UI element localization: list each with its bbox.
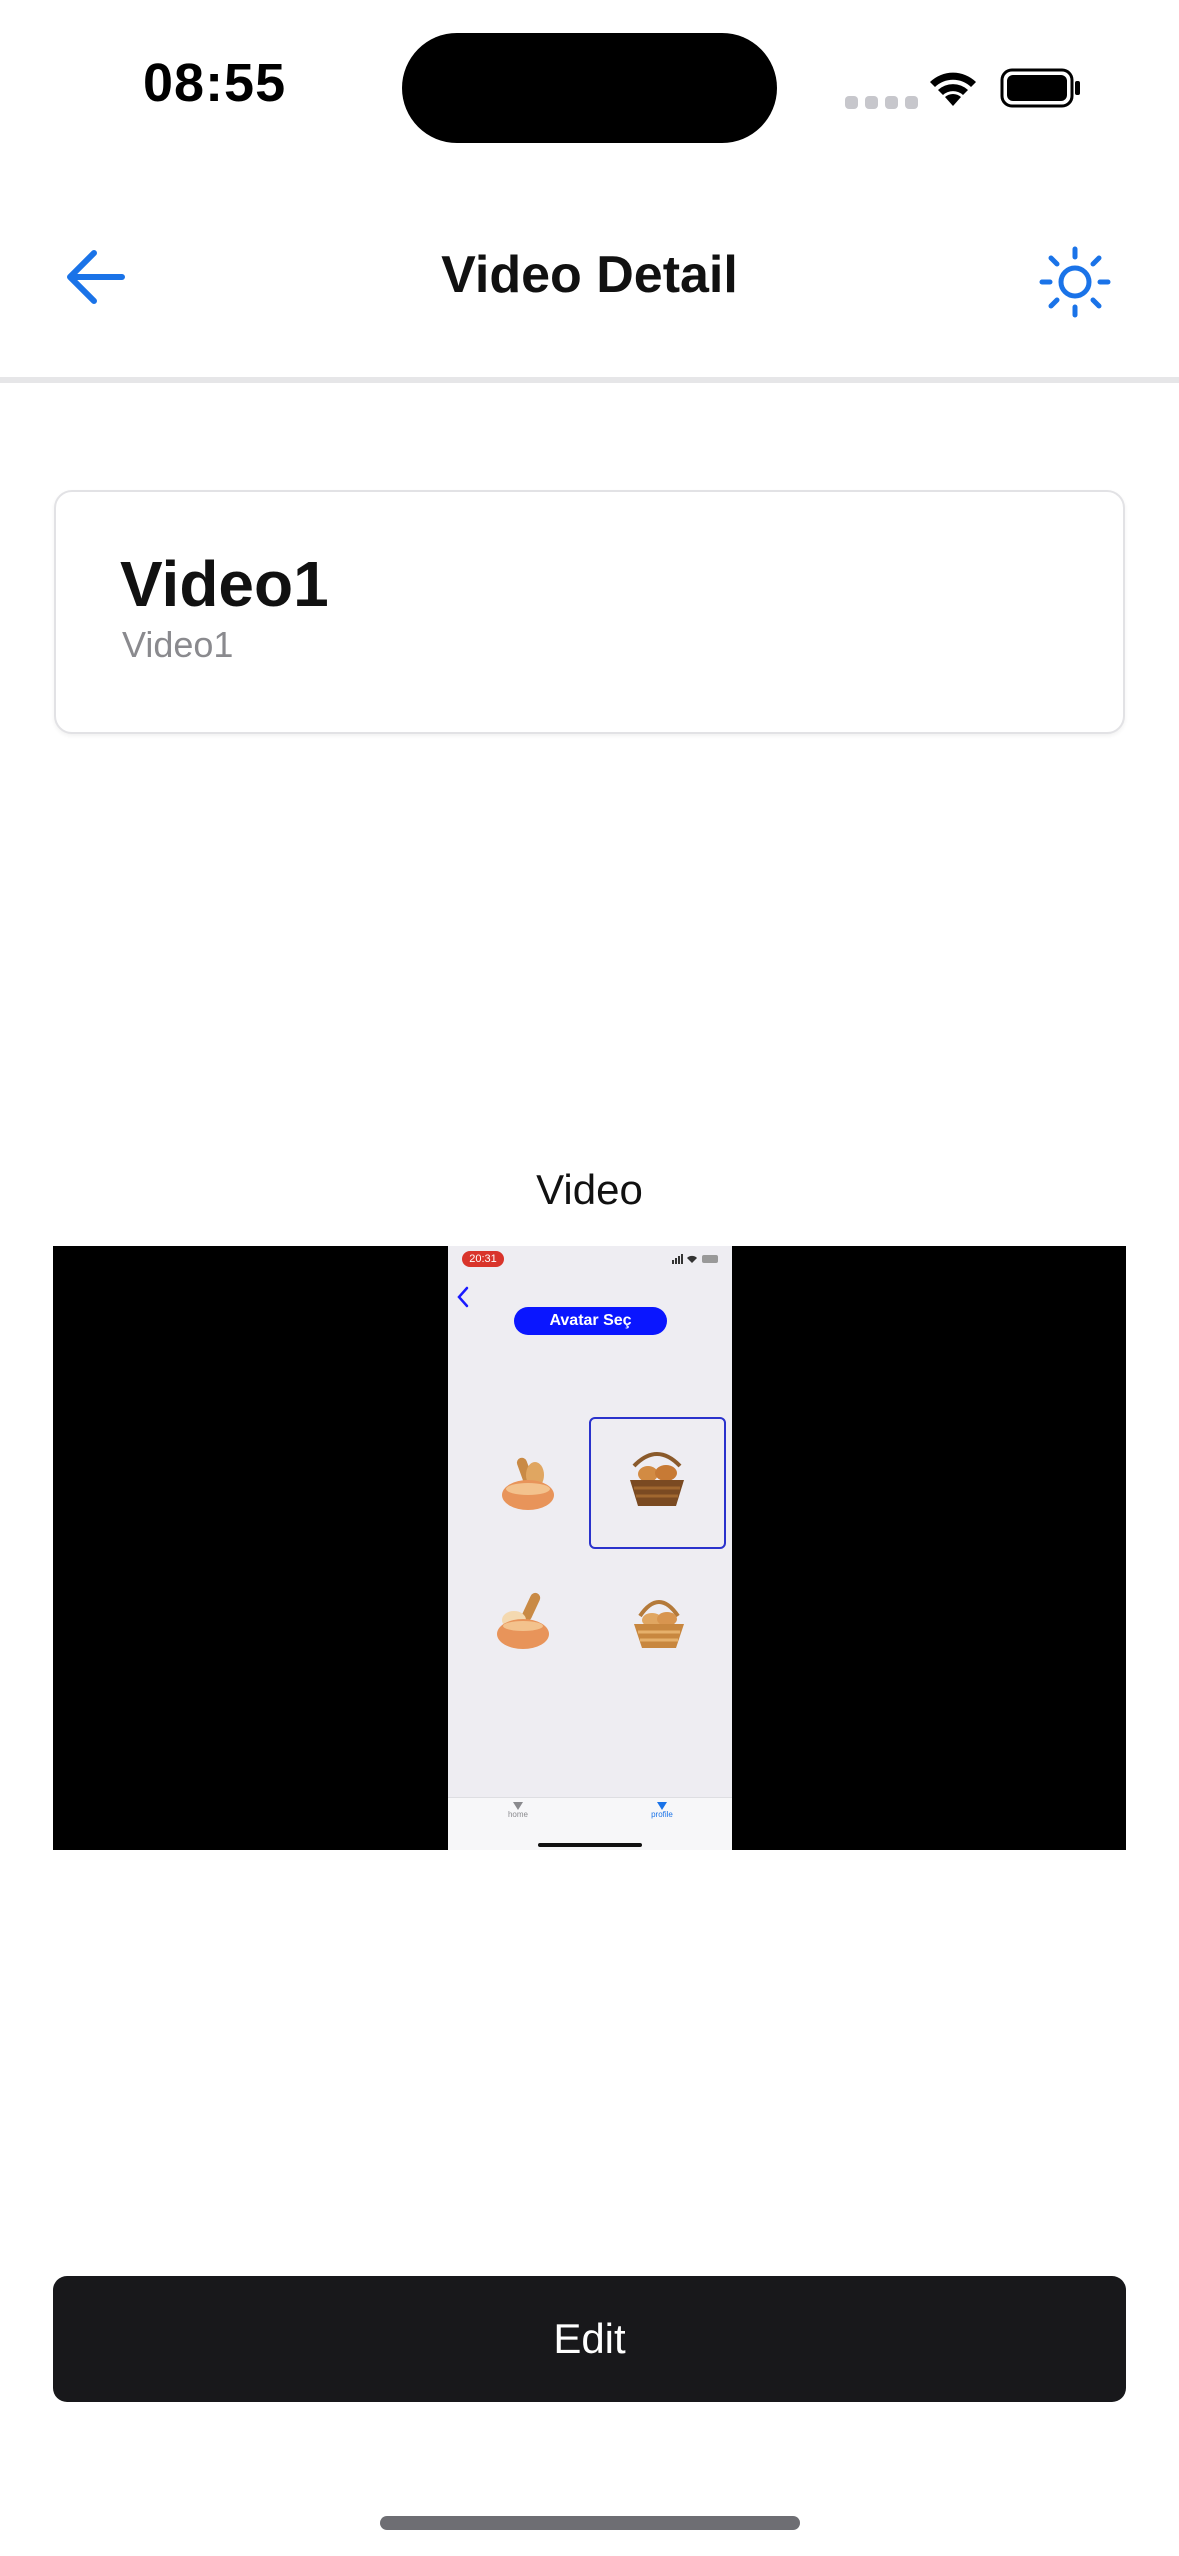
video-player[interactable]: 20:31 Avatar Seç home profile	[53, 1246, 1126, 1850]
video-preview-frame: 20:31 Avatar Seç home profile	[448, 1246, 732, 1850]
nav-divider	[0, 377, 1179, 383]
dynamic-island	[402, 33, 777, 143]
preview-tab-profile: profile	[632, 1802, 692, 1819]
sun-icon[interactable]	[1038, 245, 1112, 319]
home-indicator	[380, 2516, 800, 2530]
preview-tab-home: home	[488, 1802, 548, 1819]
preview-status-icons	[672, 1254, 718, 1264]
card-title: Video1	[120, 548, 329, 620]
bread-basket-icon	[497, 1592, 549, 1649]
status-time: 08:55	[143, 53, 287, 113]
preview-back-icon	[457, 1286, 469, 1308]
battery-icon	[1000, 68, 1080, 108]
preview-home-indicator	[538, 1843, 642, 1847]
preview-time: 20:31	[462, 1251, 504, 1267]
page-title: Video Detail	[441, 246, 738, 304]
cellular-icon	[845, 96, 918, 109]
edit-button[interactable]: Edit	[53, 2276, 1126, 2402]
bread-basket-icon	[630, 1452, 684, 1506]
wifi-icon	[930, 72, 976, 106]
preview-avatar-button: Avatar Seç	[514, 1307, 667, 1335]
card-subtitle: Video1	[122, 624, 234, 665]
bread-basket-icon	[634, 1600, 684, 1648]
video-section-label: Video	[536, 1166, 643, 1213]
bread-basket-icon	[502, 1457, 554, 1510]
video-info-card: Video1 Video1	[54, 490, 1125, 734]
preview-tab-bar: home profile	[448, 1797, 732, 1850]
